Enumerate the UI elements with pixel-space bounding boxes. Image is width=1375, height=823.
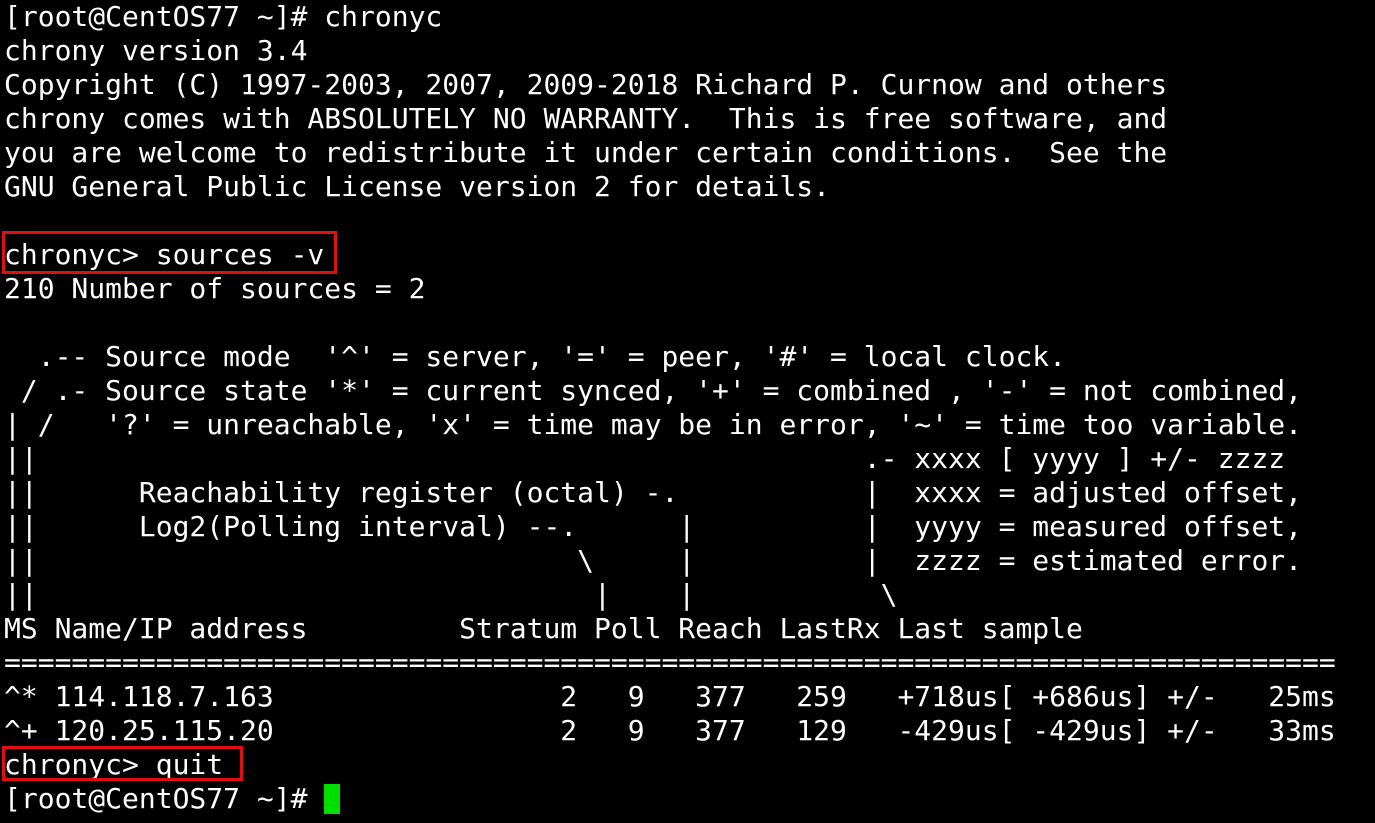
active-prompt-line[interactable]: [root@CentOS77 ~]# [4, 782, 1375, 816]
table-header: MS Name/IP address Stratum Poll Reach La… [4, 612, 1083, 645]
terminal-line: [root@CentOS77 ~]# chronyc [4, 0, 443, 33]
terminal-line: chrony comes with ABSOLUTELY NO WARRANTY… [4, 102, 1168, 135]
legend-line: / .- Source state '*' = current synced, … [4, 374, 1303, 407]
terminal-window[interactable]: [root@CentOS77 ~]# chronyc chrony versio… [4, 0, 1375, 823]
text-cursor [324, 784, 341, 814]
table-row: ^+ 120.25.115.20 2 9 377 129 -429us[ -42… [4, 714, 1336, 747]
legend-line: || | | \ [4, 578, 898, 611]
terminal-line: GNU General Public License version 2 for… [4, 170, 831, 203]
table-row: ^* 114.118.7.163 2 9 377 259 +718us[ +68… [4, 680, 1336, 713]
command-quit: chronyc> quit [4, 748, 224, 781]
terminal-line: 210 Number of sources = 2 [4, 272, 426, 305]
table-separator: ========================================… [4, 646, 1336, 679]
command-sources: chronyc> sources -v [4, 238, 325, 271]
legend-line: || Log2(Polling interval) --. | | yyyy =… [4, 510, 1303, 543]
legend-line: || Reachability register (octal) -. | xx… [4, 476, 1303, 509]
terminal-line: you are welcome to redistribute it under… [4, 136, 1168, 169]
shell-prompt: [root@CentOS77 ~]# [4, 782, 325, 815]
terminal-line: chrony version 3.4 [4, 34, 308, 67]
terminal-line: Copyright (C) 1997-2003, 2007, 2009-2018… [4, 68, 1168, 101]
legend-line: .-- Source mode '^' = server, '=' = peer… [4, 340, 1067, 373]
legend-line: || \ | | zzzz = estimated error. [4, 544, 1303, 577]
legend-line: | / '?' = unreachable, 'x' = time may be… [4, 408, 1303, 441]
legend-line: || .- xxxx [ yyyy ] +/- zzzz [4, 442, 1286, 475]
